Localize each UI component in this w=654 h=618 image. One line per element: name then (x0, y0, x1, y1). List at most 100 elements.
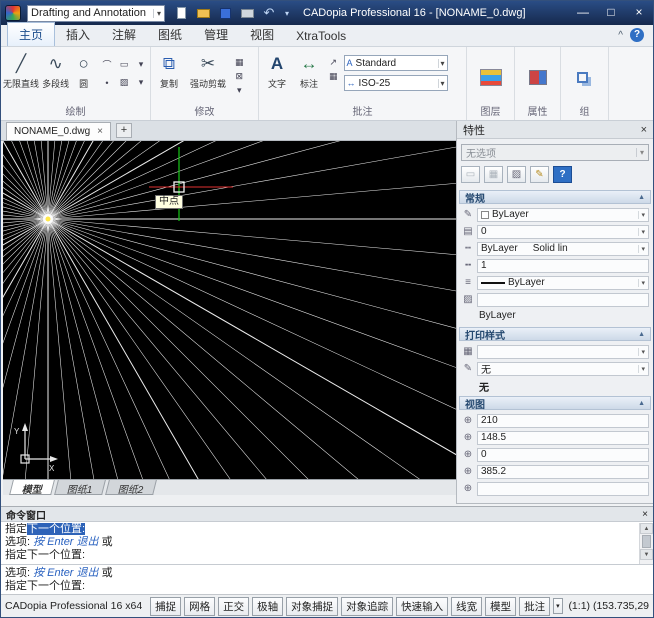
view-cy-field[interactable]: 148.5 (477, 431, 649, 445)
rectangle-button[interactable]: ▭ (117, 57, 131, 72)
modify-tool-button[interactable]: ✂ 强动剪载 (185, 49, 231, 106)
section-plot-style[interactable]: 打印样式 ▲ (459, 327, 651, 341)
layout-tab-sheet1[interactable]: 图纸1 (54, 480, 105, 495)
help-button[interactable]: ? (553, 166, 572, 183)
new-tab-button[interactable]: + (116, 123, 132, 138)
tab-close-icon[interactable]: × (97, 126, 103, 137)
quickinput-toggle[interactable]: 快速输入 (396, 597, 448, 616)
transparency-field[interactable] (477, 293, 649, 307)
draw-more-icon[interactable]: ▾ (134, 57, 148, 72)
workspace-select[interactable]: Drafting and Annotation ▾ (27, 5, 165, 22)
circle-button[interactable]: ○ 圆 (72, 49, 95, 106)
polar-toggle[interactable]: 极轴 (252, 597, 283, 616)
draw-more-icon[interactable]: ▾ (134, 75, 148, 90)
dimension-button[interactable]: ↔ 标注 (293, 49, 325, 106)
grid-toggle[interactable]: 网格 (184, 597, 215, 616)
enter-exit-link[interactable]: 按 Enter 退出 (33, 567, 98, 579)
ribbon-panel-layers: 图层 (467, 47, 515, 120)
tab-view[interactable]: 视图 (239, 23, 285, 46)
statusbar-app-label: CADopia Professional 16 x64 (5, 600, 142, 612)
help-icon[interactable]: ? (630, 28, 644, 42)
quick-select-button[interactable]: ▦ (484, 166, 503, 183)
save-button[interactable] (217, 5, 233, 21)
command-scrollbar[interactable]: ▲ ▼ (639, 523, 653, 564)
array-button[interactable]: ▦ (235, 57, 244, 68)
erase-button[interactable]: ⊠ (235, 71, 244, 82)
view-cz-field[interactable]: 0 (477, 448, 649, 462)
document-tab[interactable]: NONAME_0.dwg × (6, 122, 111, 140)
maximize-button[interactable]: □ (597, 1, 625, 25)
toolbar-more-button[interactable]: ▾ (283, 5, 291, 21)
enter-exit-link[interactable]: 按 Enter 退出 (33, 536, 98, 548)
select-entities-button[interactable]: ▭ (461, 166, 480, 183)
view-extra-field[interactable] (477, 482, 649, 496)
section-general[interactable]: 常规 ▲ (459, 190, 651, 204)
lineweight-value-select[interactable]: ByLayer ▾ (477, 276, 649, 290)
command-input-area[interactable]: 选项: 按 Enter 退出 或 指定下一个位置: (1, 564, 653, 596)
prop-row-view-cy: ⊕ 148.5 (457, 429, 653, 446)
close-icon[interactable]: × (641, 124, 647, 136)
layers-icon[interactable] (480, 69, 502, 86)
model-toggle[interactable]: 模型 (485, 597, 516, 616)
polyline-button[interactable]: ∿ 多段线 (39, 49, 72, 106)
tab-xtratools[interactable]: XtraTools (285, 26, 357, 46)
color-value-select[interactable]: ByLayer ▾ (477, 208, 649, 222)
section-view[interactable]: 视图 ▲ (459, 396, 651, 410)
tab-sheet[interactable]: 图纸 (147, 23, 193, 46)
lineweight-toggle[interactable]: 线宽 (451, 597, 482, 616)
plot-table-select[interactable]: ▾ (477, 345, 649, 359)
tab-home[interactable]: 主页 (7, 22, 55, 46)
dim-style-select[interactable]: ↔ ISO-25 ▾ (344, 75, 448, 91)
scroll-up-icon[interactable]: ▲ (640, 523, 653, 534)
properties-icon[interactable] (529, 70, 547, 85)
group-icon[interactable] (577, 72, 588, 83)
ortho-toggle[interactable]: 正交 (218, 597, 249, 616)
scroll-down-icon[interactable]: ▼ (640, 549, 653, 560)
prop-row-linetype: ┅ ByLayer Solid lin ▾ (457, 240, 653, 257)
print-button[interactable] (239, 5, 255, 21)
text-button[interactable]: A 文字 (261, 49, 293, 106)
tab-manage[interactable]: 管理 (193, 23, 239, 46)
tab-insert[interactable]: 插入 (55, 23, 101, 46)
chevron-up-icon[interactable]: ^ (618, 30, 623, 41)
close-button[interactable]: × (625, 1, 653, 25)
text-style-select[interactable]: A Standard ▾ (344, 55, 448, 71)
open-button[interactable] (195, 5, 211, 21)
layout-tab-model[interactable]: 模型 (9, 480, 55, 495)
toggle-value-button[interactable]: ▨ (507, 166, 526, 183)
ltscale-field[interactable]: 1 (477, 259, 649, 273)
table-button[interactable]: ▦ (329, 71, 338, 82)
coordinates-display: (1:1) (153.735,29 (568, 600, 649, 612)
customize-button[interactable]: ✎ (530, 166, 549, 183)
tab-annotate[interactable]: 注解 (101, 23, 147, 46)
snap-toggle[interactable]: 捕捉 (150, 597, 181, 616)
osnap-toggle[interactable]: 对象捕捉 (286, 597, 338, 616)
command-prompt[interactable]: 指定下一个位置: (1, 580, 653, 593)
view-height-field[interactable]: 385.2 (477, 465, 649, 479)
undo-button[interactable]: ↶ (261, 5, 277, 21)
otrack-toggle[interactable]: 对象追踪 (341, 597, 393, 616)
modify-more-icon[interactable]: ▾ (235, 85, 244, 96)
annotation-toggle[interactable]: 批注 (519, 597, 550, 616)
arc-button[interactable]: ⌒ (100, 57, 114, 72)
leader-button[interactable]: ↗ (329, 57, 338, 68)
selection-filter-select[interactable]: 无选项 ▾ (461, 144, 649, 161)
hatch-button[interactable]: ▨ (117, 75, 131, 90)
linetype-value-select[interactable]: ByLayer Solid lin ▾ (477, 242, 649, 256)
view-cx-field[interactable]: 210 (477, 414, 649, 428)
command-history[interactable]: 指定下一个位置: 选项: 按 Enter 退出 或 指定下一个位置: (1, 523, 639, 564)
status-more-icon[interactable]: ▾ (553, 598, 563, 614)
point-button[interactable]: • (100, 75, 114, 90)
plot-style-select[interactable]: 无 ▾ (477, 362, 649, 376)
layout-tab-sheet2[interactable]: 图纸2 (105, 480, 156, 495)
tool-label: 强动剪载 (190, 77, 226, 90)
copy-button[interactable]: ⧉ 复制 (153, 49, 185, 106)
layer-value-select[interactable]: 0 ▾ (477, 225, 649, 239)
drawing-area[interactable]: Y X 中点 (3, 141, 457, 479)
drawing-canvas[interactable]: Y X (3, 141, 457, 479)
minimize-button[interactable]: — (569, 1, 597, 25)
new-button[interactable] (173, 5, 189, 21)
scrollbar-thumb[interactable] (642, 535, 651, 548)
close-icon[interactable]: × (642, 509, 648, 520)
infinite-line-button[interactable]: ╱ 无限直线 (3, 49, 39, 106)
